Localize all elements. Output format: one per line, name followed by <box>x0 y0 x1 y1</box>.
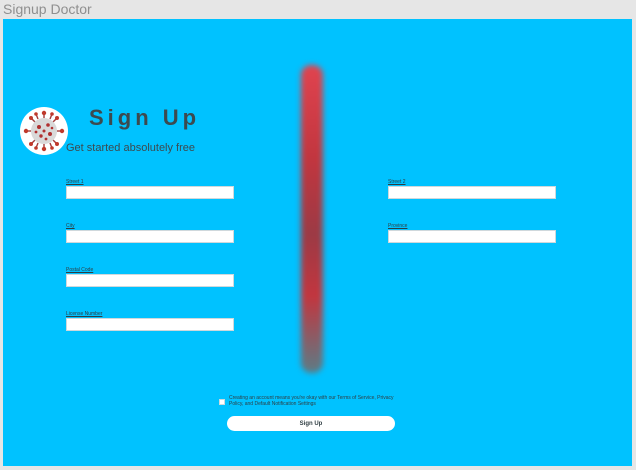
license-number-field[interactable] <box>66 318 234 331</box>
street2-field[interactable] <box>388 186 556 199</box>
street1-label: Street 1 <box>66 179 84 185</box>
city-field[interactable] <box>66 230 234 243</box>
terms-agreement: Creating an account means you're okay wi… <box>219 395 419 407</box>
page-title: Sign Up <box>89 105 201 130</box>
decorative-divider <box>301 65 323 373</box>
license-number-label: License Number <box>66 311 103 317</box>
street1-field[interactable] <box>66 186 234 199</box>
postal-code-label: Postal Code <box>66 267 94 273</box>
coronavirus-icon <box>20 107 68 155</box>
page-subtitle: Get started absolutely free <box>66 142 196 154</box>
terms-checkbox[interactable] <box>219 399 225 405</box>
signup-button[interactable]: Sign Up <box>227 416 395 431</box>
window-title: Signup Doctor <box>0 0 636 19</box>
province-label: Province <box>388 223 408 229</box>
city-label: City <box>66 223 75 229</box>
terms-text: Creating an account means you're okay wi… <box>229 395 394 407</box>
signup-form-panel: Sign Up Get started absolutely free Stre… <box>3 19 632 466</box>
street2-label: Street 2 <box>388 179 406 185</box>
province-field[interactable] <box>388 230 556 243</box>
postal-code-field[interactable] <box>66 274 234 287</box>
